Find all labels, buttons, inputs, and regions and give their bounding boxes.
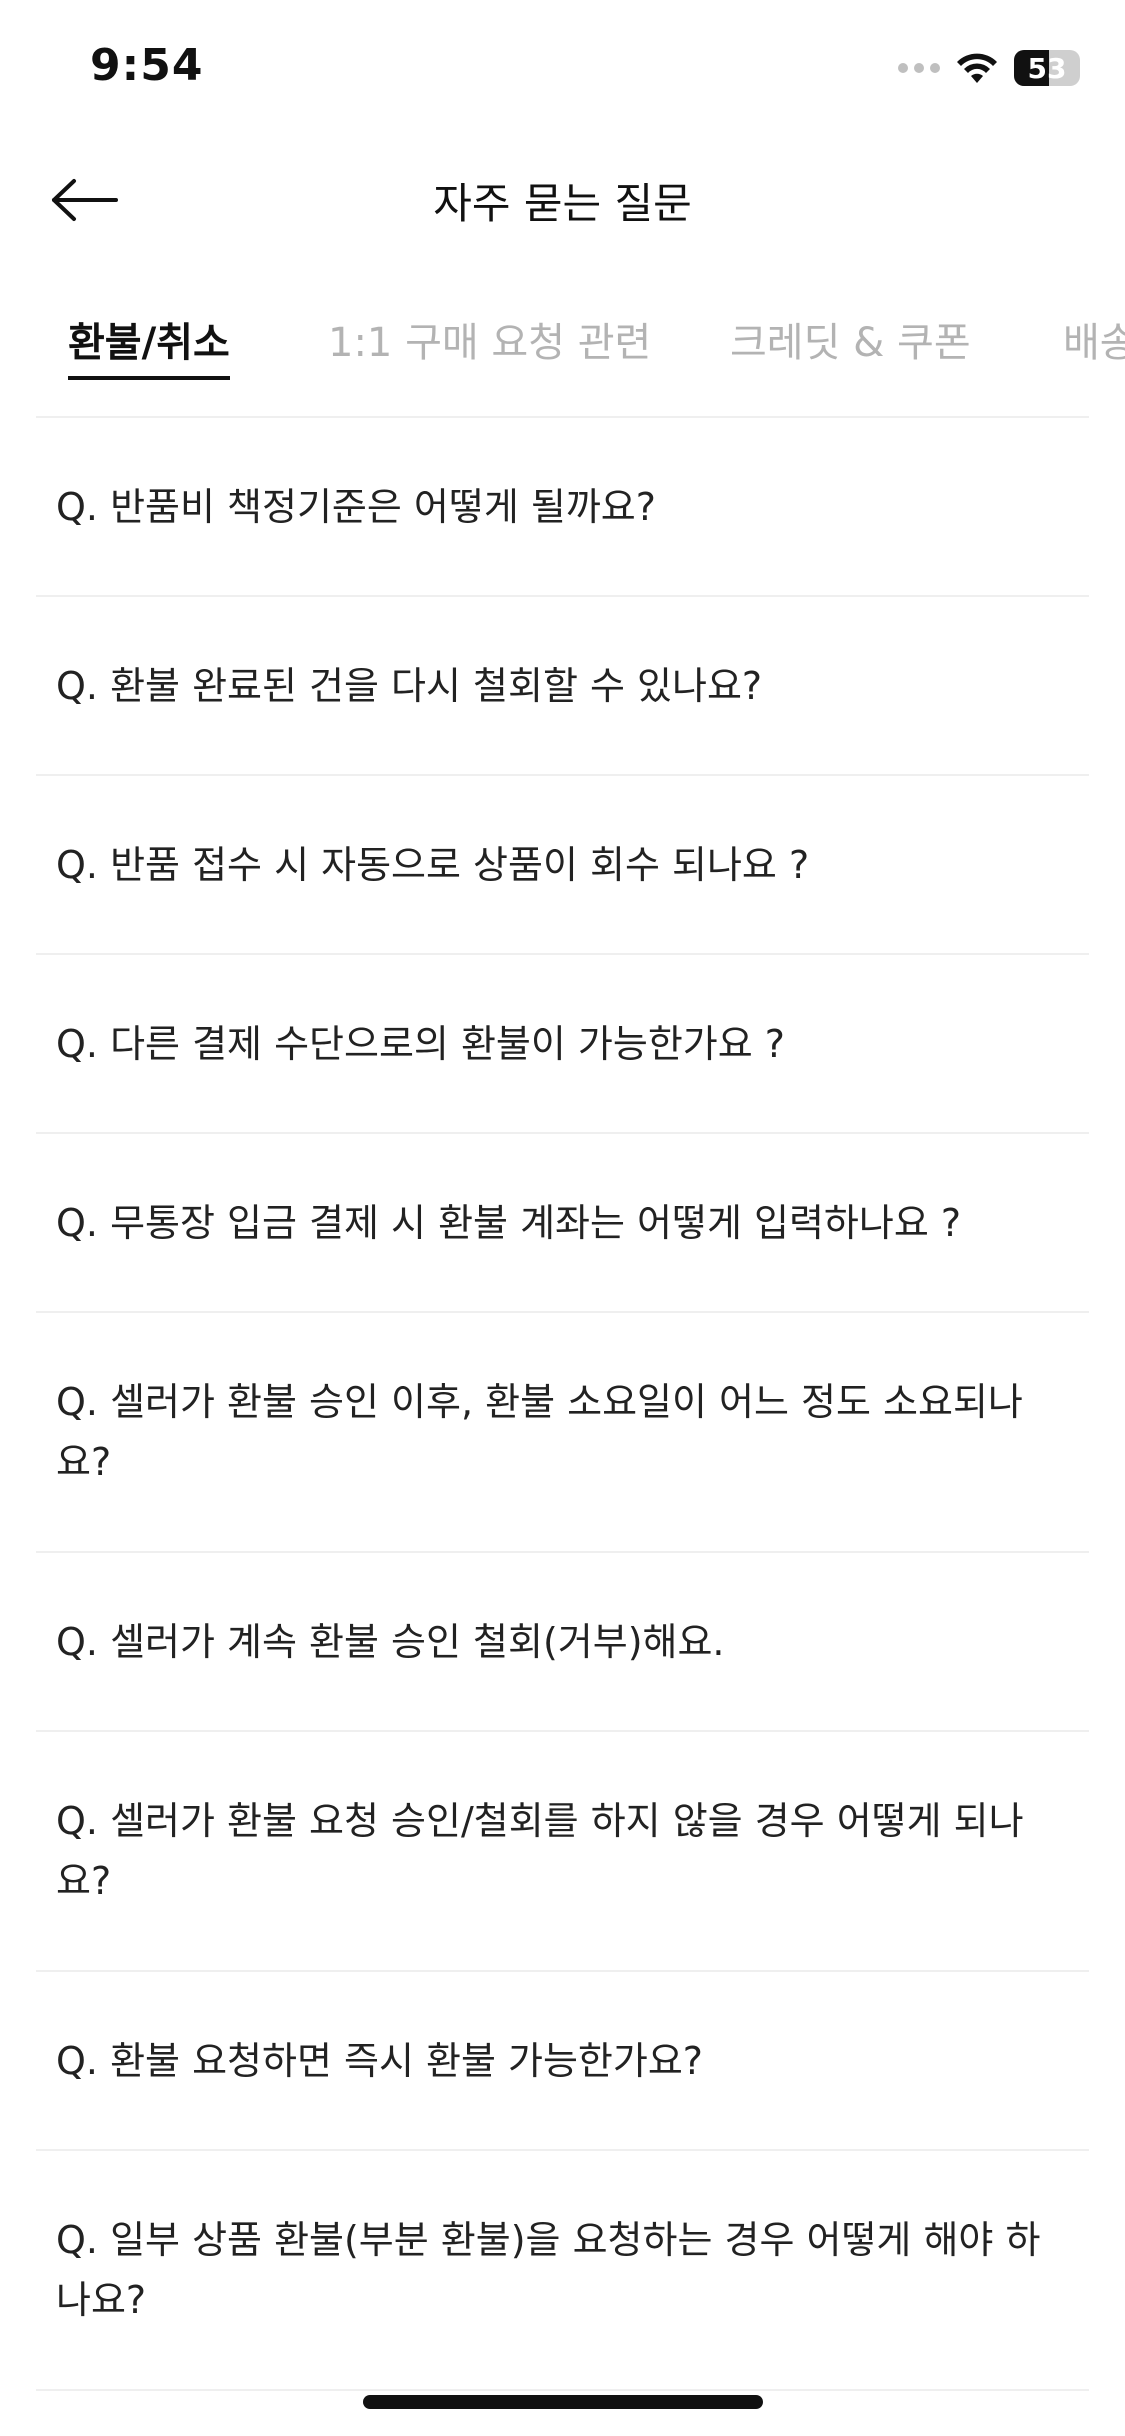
faq-question: Q. 반품비 책정기준은 어떻게 될까요? [56,484,656,529]
tab-label: 크레딧 & 쿠폰 [730,320,971,366]
faq-question: Q. 셀러가 환불 승인 이후, 환불 소요일이 어느 정도 소요되나요? [56,1380,1023,1484]
tab-shipping[interactable]: 배송 [1063,310,1125,368]
faq-question: Q. 셀러가 환불 요청 승인/철회를 하지 않을 경우 어떻게 되나요? [56,1799,1024,1903]
faq-item[interactable]: Q. 다른 결제 수단으로의 환불이 가능한가요 ? [36,955,1089,1134]
tab-label: 1:1 구매 요청 관련 [328,320,652,366]
status-indicators: 53 [898,50,1080,86]
faq-item[interactable]: Q. 무통장 입금 결제 시 환불 계좌는 어떻게 입력하나요 ? [36,1134,1089,1313]
faq-item[interactable]: Q. 일부 상품 환불(부분 환불)을 요청하는 경우 어떻게 해야 하나요? [36,2151,1089,2391]
tab-purchase-request[interactable]: 1:1 구매 요청 관련 [328,310,651,368]
faq-question: Q. 셀러가 계속 환불 승인 철회(거부)해요. [56,1619,725,1664]
status-bar: 9:54 53 [0,0,1125,130]
faq-question: Q. 무통장 입금 결제 시 환불 계좌는 어떻게 입력하나요 ? [56,1200,962,1245]
faq-item[interactable]: Q. 환불 요청하면 즉시 환불 가능한가요? [36,1972,1089,2151]
faq-question: Q. 환불 완료된 건을 다시 철회할 수 있나요? [56,663,763,708]
tab-label: 배송 [1063,320,1125,366]
faq-item[interactable]: Q. 셀러가 환불 요청 승인/철회를 하지 않을 경우 어떻게 되나요? [36,1732,1089,1972]
faq-item[interactable]: Q. 환불 완료된 건을 다시 철회할 수 있나요? [36,597,1089,776]
faq-question: Q. 환불 요청하면 즉시 환불 가능한가요? [56,2038,703,2083]
faq-question: Q. 다른 결제 수단으로의 환불이 가능한가요 ? [56,1021,785,1066]
battery-icon: 53 [1014,50,1080,86]
faq-item[interactable]: Q. 셀러가 계속 환불 승인 철회(거부)해요. [36,1553,1089,1732]
faq-question: Q. 반품 접수 시 자동으로 상품이 회수 되나요 ? [56,842,810,887]
category-tabs: 환불/취소 1:1 구매 요청 관련 크레딧 & 쿠폰 배송 [0,290,1125,400]
status-time: 9:54 [90,40,204,91]
tab-label: 환불/취소 [68,320,230,366]
active-tab-underline [68,376,230,380]
tab-refund-cancel[interactable]: 환불/취소 [68,310,230,380]
faq-question: Q. 일부 상품 환불(부분 환불)을 요청하는 경우 어떻게 해야 하나요? [56,2218,1041,2322]
tab-credit-coupon[interactable]: 크레딧 & 쿠폰 [730,310,971,368]
header: 자주 묻는 질문 [0,150,1125,250]
faq-item[interactable]: Q. 셀러가 환불 승인 이후, 환불 소요일이 어느 정도 소요되나요? [36,1313,1089,1553]
battery-level: 53 [1027,51,1067,85]
wifi-icon [957,53,997,83]
faq-list: Q. 반품비 책정기준은 어떻게 될까요? Q. 환불 완료된 건을 다시 철회… [36,416,1089,2391]
faq-item[interactable]: Q. 반품 접수 시 자동으로 상품이 회수 되나요 ? [36,776,1089,955]
home-indicator[interactable] [363,2395,763,2409]
page-title: 자주 묻는 질문 [433,179,692,228]
faq-item[interactable]: Q. 반품비 책정기준은 어떻게 될까요? [36,418,1089,597]
cellular-signal-icon [898,63,940,73]
